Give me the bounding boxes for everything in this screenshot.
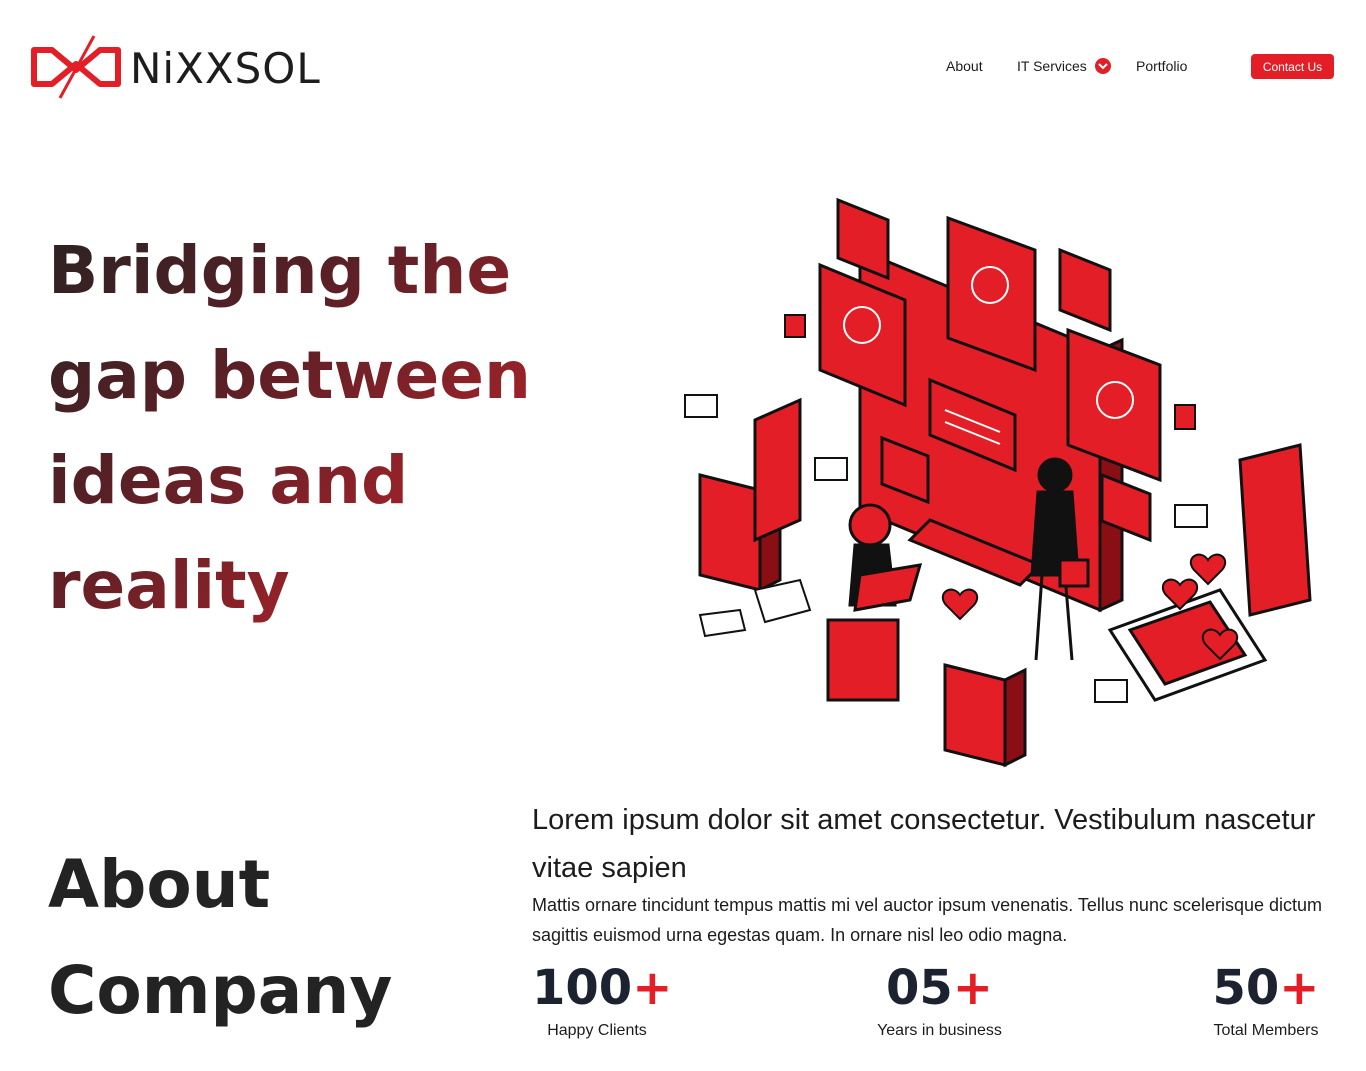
stat-value: 05+ (885, 960, 993, 1016)
stat-label: Years in business (877, 1022, 1002, 1039)
about-title: About Company (48, 832, 468, 1044)
hero-title-line: Bridging the (48, 232, 512, 309)
brand-name: NiXXSOL (130, 43, 321, 93)
nixxsol-logo-icon (31, 35, 121, 99)
plus-icon: + (1279, 960, 1320, 1016)
about-body: Mattis ornare tincidunt tempus mattis mi… (532, 895, 1323, 945)
stat-value: 50+ (1212, 960, 1320, 1016)
nav-portfolio[interactable]: Portfolio (1136, 58, 1187, 74)
hero-title-line: reality (48, 547, 290, 624)
nav-about[interactable]: About (946, 58, 983, 74)
stat-value: 100+ (532, 960, 673, 1016)
contact-us-button[interactable]: Contact Us (1251, 54, 1334, 79)
hero-title: Bridging the gap between ideas and reali… (48, 218, 608, 638)
hero-title-line: ideas and (48, 442, 409, 519)
stat-happy-clients: 100+ Happy Clients (532, 960, 673, 1040)
stat-label: Happy Clients (547, 1022, 647, 1039)
plus-icon: + (952, 960, 993, 1016)
stat-total-members: 50+ Total Members (1210, 960, 1322, 1040)
hero-title-line: gap between (48, 337, 532, 414)
brand-logo[interactable]: NiXXSOL (30, 32, 321, 104)
about-lead: Lorem ipsum dolor sit amet consectetur. … (532, 804, 1316, 884)
about-title-line: About (48, 846, 271, 923)
about-title-line: Company (48, 952, 393, 1029)
nav-it-services[interactable]: IT Services (1017, 58, 1111, 74)
stat-label: Total Members (1213, 1022, 1319, 1039)
nav-it-services-label: IT Services (1017, 58, 1087, 74)
plus-icon: + (632, 960, 673, 1016)
chevron-down-icon[interactable] (1094, 58, 1111, 74)
stat-years-in-business: 05+ Years in business (872, 960, 1007, 1040)
isometric-digital-team-illustration (684, 197, 1312, 768)
